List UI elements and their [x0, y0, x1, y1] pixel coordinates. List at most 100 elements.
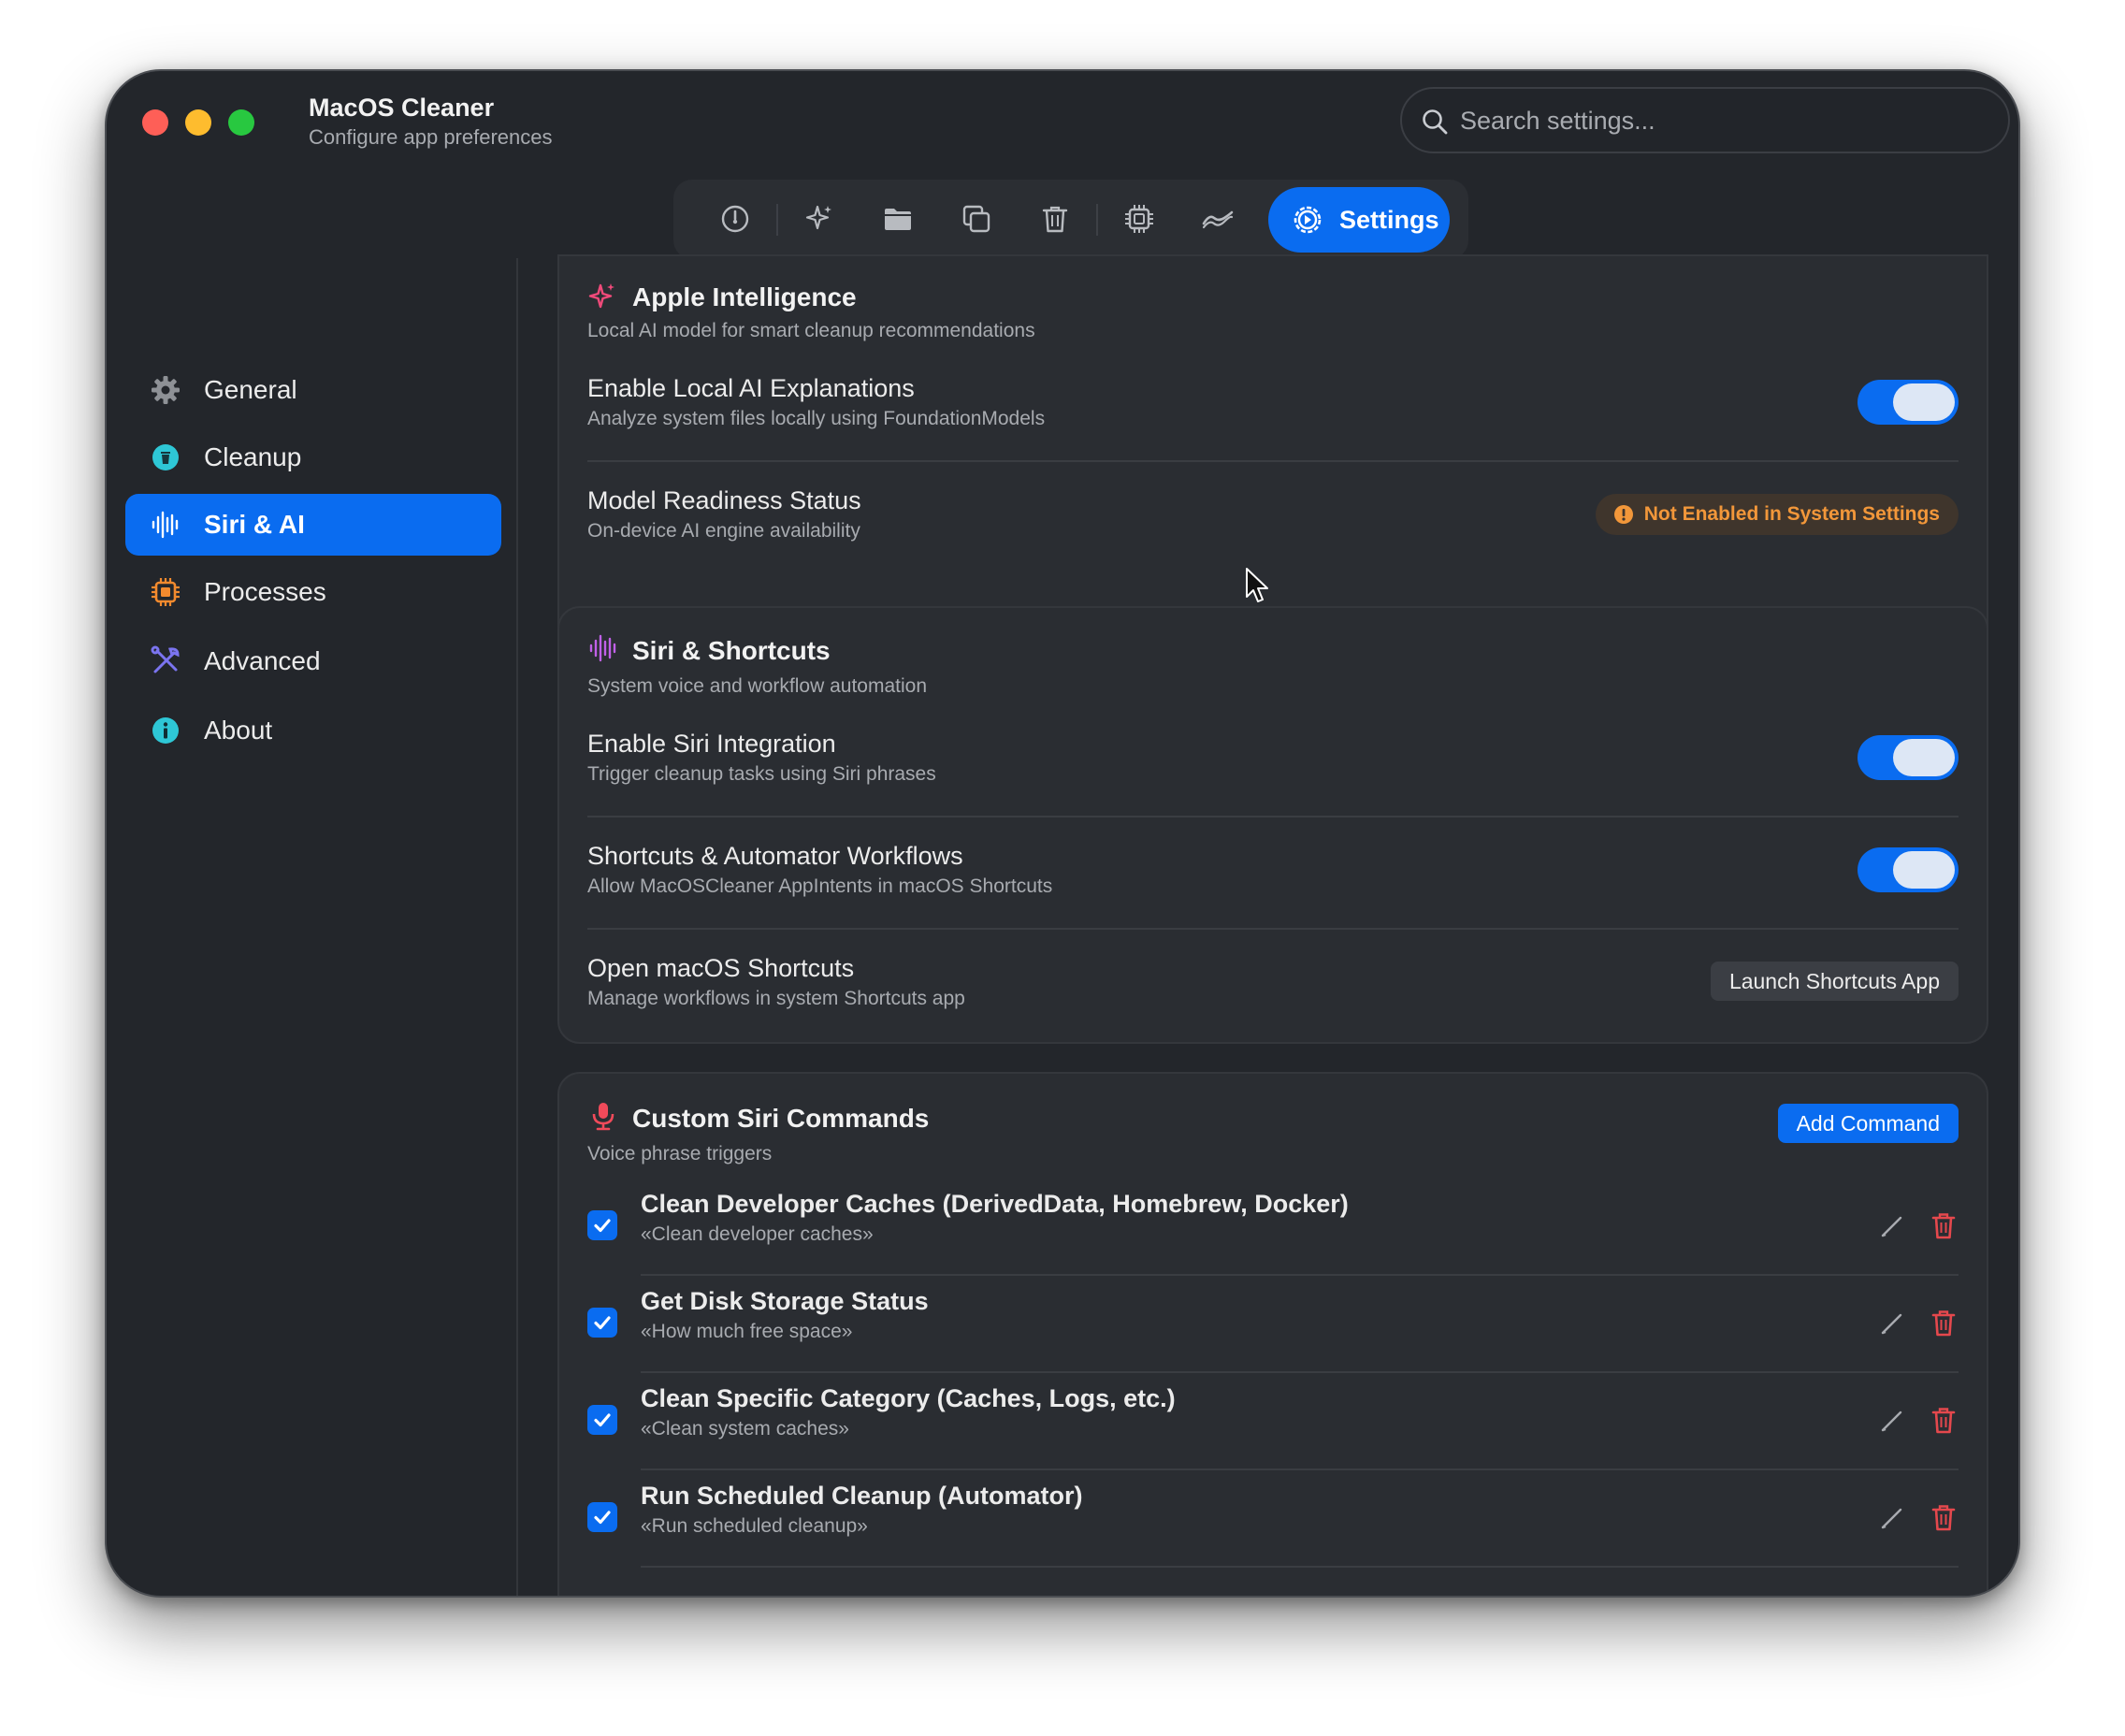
- checkmark-icon: [594, 1316, 611, 1330]
- setting-subtitle: Analyze system files locally using Found…: [587, 408, 1046, 429]
- section-description: Voice phrase triggers: [587, 1143, 773, 1165]
- command-phrase: «How much free space»: [641, 1321, 853, 1342]
- microphone-icon: [592, 1103, 614, 1131]
- command-checkbox[interactable]: [587, 1502, 617, 1532]
- settings-tab-button[interactable]: Settings: [1268, 187, 1450, 253]
- command-phrase: «Run scheduled cleanup»: [641, 1515, 868, 1537]
- sidebar-item-siri-ai[interactable]: Siri & AI: [125, 494, 501, 556]
- setting-subtitle: Allow MacOSCleaner AppIntents in macOS S…: [587, 875, 1053, 897]
- gear-icon: [1294, 206, 1322, 234]
- sidebar-item-cleanup[interactable]: Cleanup: [125, 427, 501, 488]
- command-title: Clean Developer Caches (DerivedData, Hom…: [641, 1190, 1349, 1218]
- pencil-icon[interactable]: [1878, 1212, 1906, 1240]
- siri-integration-toggle[interactable]: [1858, 735, 1959, 780]
- sidebar-item-label: Processes: [204, 577, 326, 606]
- tools-icon: [151, 645, 180, 673]
- zoom-window-button[interactable]: [228, 109, 254, 136]
- trash-icon[interactable]: [1929, 1405, 1959, 1435]
- sidebar-item-general[interactable]: General: [125, 359, 501, 421]
- checkmark-icon: [594, 1413, 611, 1427]
- command-checkbox[interactable]: [587, 1210, 617, 1240]
- setting-subtitle: Trigger cleanup tasks using Siri phrases: [587, 763, 936, 785]
- app-title: MacOS Cleaner: [309, 94, 495, 122]
- sidebar-item-processes[interactable]: Processes: [125, 561, 501, 623]
- launch-shortcuts-button[interactable]: Launch Shortcuts App: [1710, 962, 1959, 1001]
- command-title: Run Scheduled Cleanup (Automator): [641, 1482, 1083, 1510]
- toolbar-separator: [1096, 204, 1098, 236]
- setting-title: Shortcuts & Automator Workflows: [587, 842, 963, 870]
- sidebar-item-label: General: [204, 375, 297, 404]
- trash-icon[interactable]: [1929, 1210, 1959, 1240]
- waveform-icon: [152, 511, 179, 539]
- smart-scan-tab-button[interactable]: [795, 195, 844, 243]
- divider: [641, 1566, 1959, 1568]
- section-description: Local AI model for smart cleanup recomme…: [587, 320, 1035, 341]
- section-description: System voice and workflow automation: [587, 675, 927, 697]
- apple-intelligence-card: Apple Intelligence Local AI model for sm…: [557, 254, 1988, 649]
- sidebar-item-label: Siri & AI: [204, 510, 305, 539]
- sidebar-item-advanced[interactable]: Advanced: [125, 630, 501, 692]
- local-ai-toggle[interactable]: [1858, 380, 1959, 425]
- add-command-button[interactable]: Add Command: [1777, 1104, 1959, 1143]
- pencil-icon[interactable]: [1878, 1407, 1906, 1435]
- folder-icon: [885, 209, 911, 230]
- monitor-tab-button[interactable]: [1193, 195, 1242, 243]
- checkmark-icon: [594, 1219, 611, 1233]
- close-window-button[interactable]: [142, 109, 168, 136]
- siri-shortcuts-card: Siri & Shortcuts System voice and workfl…: [557, 606, 1988, 1044]
- processes-tab-button[interactable]: [1115, 195, 1164, 243]
- mouse-cursor-icon: [1246, 568, 1268, 602]
- setting-subtitle: Manage workflows in system Shortcuts app: [587, 988, 965, 1009]
- toolbar-separator: [776, 204, 778, 236]
- section-title: Custom Siri Commands: [632, 1104, 930, 1133]
- command-phrase: «Clean system caches»: [641, 1418, 849, 1439]
- shortcuts-workflows-toggle[interactable]: [1858, 847, 1959, 892]
- divider: [641, 1371, 1959, 1373]
- sidebar-item-about[interactable]: About: [125, 700, 501, 761]
- gauge-icon: [721, 205, 749, 233]
- search-field[interactable]: [1400, 87, 2010, 153]
- pencil-icon[interactable]: [1878, 1309, 1906, 1338]
- trash-icon[interactable]: [1929, 1308, 1959, 1338]
- gear-icon: [152, 376, 180, 404]
- trash-icon[interactable]: [1929, 1502, 1959, 1532]
- command-title: Clean Specific Category (Caches, Logs, e…: [641, 1384, 1176, 1412]
- section-title: Apple Intelligence: [632, 282, 857, 311]
- pencil-icon[interactable]: [1878, 1504, 1906, 1532]
- files-tab-button[interactable]: [874, 195, 922, 243]
- duplicate-icon: [962, 205, 990, 233]
- divider: [641, 1274, 1959, 1276]
- info-icon: [152, 717, 179, 744]
- checkmark-icon: [594, 1511, 611, 1525]
- sparkles-icon: [588, 283, 614, 309]
- app-subtitle: Configure app preferences: [309, 125, 553, 149]
- setting-title: Enable Siri Integration: [587, 730, 836, 758]
- warning-icon: [1613, 505, 1633, 524]
- trash-icon: [1042, 206, 1068, 233]
- search-icon: [1423, 109, 1448, 135]
- command-checkbox[interactable]: [587, 1308, 617, 1338]
- uninstaller-tab-button[interactable]: [1031, 195, 1079, 243]
- divider: [641, 1468, 1959, 1470]
- divider: [587, 460, 1959, 462]
- section-title: Siri & Shortcuts: [632, 636, 831, 665]
- search-input[interactable]: [1460, 98, 1984, 143]
- status-badge-label: Not Enabled in System Settings: [1643, 503, 1940, 525]
- sidebar-item-label: Cleanup: [204, 442, 302, 471]
- command-phrase: «Clean developer caches»: [641, 1223, 874, 1245]
- custom-commands-card: Custom Siri Commands Voice phrase trigge…: [557, 1072, 1988, 1596]
- command-checkbox[interactable]: [587, 1405, 617, 1435]
- divider: [587, 928, 1959, 930]
- minimize-window-button[interactable]: [185, 109, 211, 136]
- sparkles-icon: [805, 205, 831, 230]
- activity-icon: [1202, 210, 1234, 229]
- main-toolbar: Settings: [673, 180, 1468, 259]
- sidebar-item-label: About: [204, 716, 273, 745]
- status-badge: Not Enabled in System Settings: [1595, 494, 1959, 535]
- setting-title: Enable Local AI Explanations: [587, 374, 915, 402]
- divider: [587, 816, 1959, 817]
- duplicates-tab-button[interactable]: [952, 195, 1001, 243]
- sidebar: General Cleanup Siri & AI Processes Adva…: [107, 258, 518, 1596]
- dashboard-tab-button[interactable]: [711, 195, 759, 243]
- command-title: Get Disk Storage Status: [641, 1287, 929, 1315]
